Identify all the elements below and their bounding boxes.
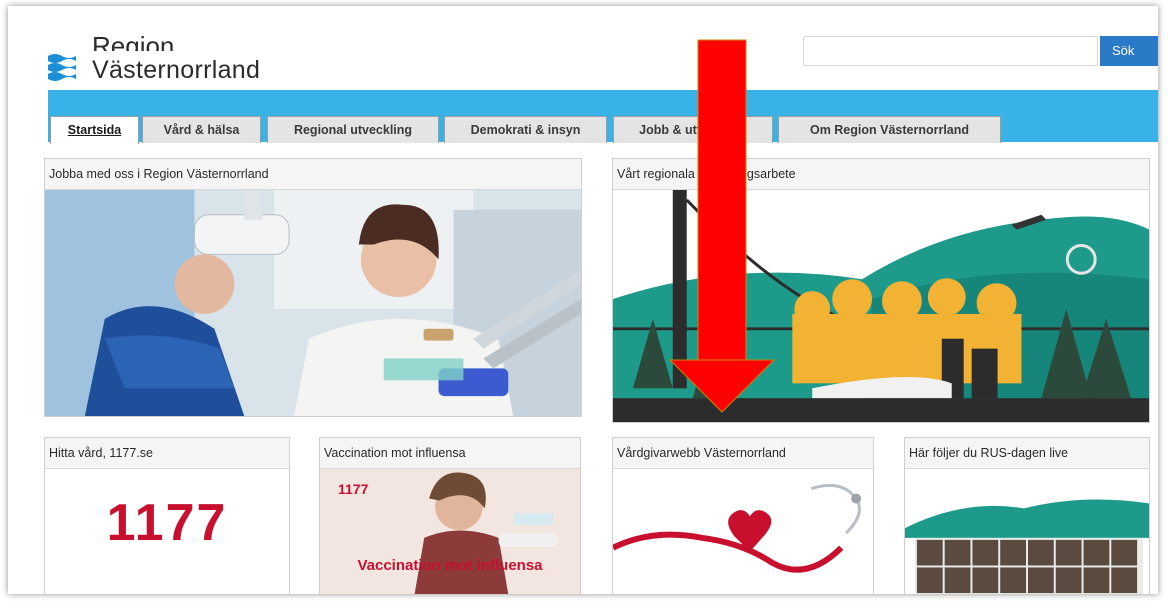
dental-staff-photo[interactable] xyxy=(45,190,581,416)
logo-text-region[interactable]: Region xyxy=(92,33,174,51)
card-vaccination[interactable]: Vaccination mot influensa 1177 Vaccinati… xyxy=(319,437,581,594)
card-title[interactable]: Vårt regionala utvecklingsarbete xyxy=(613,159,1149,190)
tab-label: Om Region Västernorrland xyxy=(809,123,970,137)
tab-label: Demokrati & insyn xyxy=(470,123,581,137)
search-input[interactable] xyxy=(803,36,1098,66)
tab-startsida[interactable]: Startsida xyxy=(50,116,139,144)
rus-dagen-collage[interactable] xyxy=(905,469,1149,594)
stethoscope-heart-image[interactable] xyxy=(613,469,873,594)
tab-om-region[interactable]: Om Region Västernorrland xyxy=(778,116,1001,143)
card-rus-dagen[interactable]: Här följer du RUS-dagen live xyxy=(904,437,1150,594)
card-title[interactable]: Hitta vård, 1177.se xyxy=(45,438,289,469)
tab-demokrati-insyn[interactable]: Demokrati & insyn xyxy=(444,116,607,143)
logo-text-vasternorrland[interactable]: Västernorrland xyxy=(92,55,260,85)
card-vardgivarwebb[interactable]: Vårdgivarwebb Västernorrland xyxy=(612,437,874,594)
search-button[interactable]: Sök xyxy=(1100,36,1158,66)
tab-regional-utveckling[interactable]: Regional utveckling xyxy=(267,116,439,143)
card-title[interactable]: Vaccination mot influensa xyxy=(320,438,580,469)
regional-illustration[interactable] xyxy=(613,190,1149,422)
vaccination-photo[interactable]: 1177 Vaccination mot influensa xyxy=(320,469,580,594)
tab-jobb-utveckling[interactable]: Jobb & utveckling xyxy=(613,116,773,143)
card-title[interactable]: Vårdgivarwebb Västernorrland xyxy=(613,438,873,469)
card-regional[interactable]: Vårt regionala utvecklingsarbete xyxy=(612,158,1150,423)
card-title[interactable]: Jobba med oss i Region Västernorrland xyxy=(45,159,581,190)
tab-label: Jobb & utveckling xyxy=(639,123,747,137)
tab-label: Startsida xyxy=(67,123,122,137)
card-jobba[interactable]: Jobba med oss i Region Västernorrland xyxy=(44,158,582,417)
logo-1177: 1177 xyxy=(106,493,228,552)
region-logo-icon[interactable] xyxy=(48,50,76,84)
tab-vard-halsa[interactable]: Vård & hälsa xyxy=(142,116,261,143)
vaccination-caption: Vaccination mot influensa xyxy=(357,557,543,574)
vaccination-badge-1177: 1177 xyxy=(338,481,369,497)
logo-1177-panel[interactable]: 1177 xyxy=(45,469,289,594)
site-header: Region Västernorrland Sök xyxy=(8,6,1158,90)
card-hitta-vard[interactable]: Hitta vård, 1177.se 1177 xyxy=(44,437,290,594)
card-title[interactable]: Här följer du RUS-dagen live xyxy=(905,438,1149,469)
page-frame: Region Västernorrland Sök Startsida Vård… xyxy=(8,6,1158,594)
tab-label: Vård & hälsa xyxy=(163,123,240,137)
tab-label: Regional utveckling xyxy=(293,123,413,137)
